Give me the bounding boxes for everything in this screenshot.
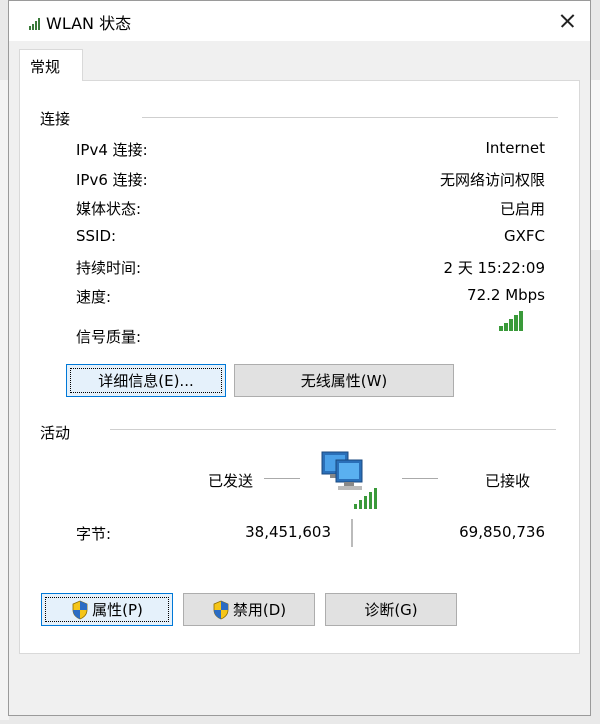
tab-general[interactable]: 常规 [19, 49, 83, 81]
received-line [402, 478, 438, 479]
disable-label: 禁用(D) [232, 601, 287, 619]
received-label: 已接收 [485, 472, 531, 490]
ipv4-value: Internet [485, 139, 545, 157]
uac-shield-icon [72, 600, 88, 619]
ipv4-label: IPv4 连接: [76, 141, 148, 159]
title-bar: WLAN 状态 [9, 1, 590, 41]
sent-line [264, 478, 300, 479]
activity-separator [110, 429, 556, 430]
diagnose-button[interactable]: 诊断(G) [325, 593, 457, 626]
ssid-value: GXFC [503, 227, 545, 245]
media-state-value: 已启用 [499, 200, 545, 218]
wifi-signal-icon [29, 18, 40, 30]
general-panel: 连接 IPv4 连接: Internet IPv6 连接: 无网络访问权限 媒体… [19, 80, 580, 654]
close-icon[interactable] [544, 1, 590, 41]
tab-label: 常规 [30, 58, 61, 76]
bytes-divider [351, 519, 353, 547]
duration-label: 持续时间: [76, 259, 142, 277]
properties-button[interactable]: 属性(P) [41, 593, 173, 626]
background-window-right [591, 80, 600, 250]
connection-heading: 连接 [40, 110, 71, 128]
bytes-received-value: 69,850,736 [459, 523, 545, 541]
bytes-label: 字节: [76, 525, 112, 543]
uac-shield-icon [213, 600, 229, 619]
media-state-label: 媒体状态: [76, 200, 142, 218]
speed-value: 72.2 Mbps [467, 286, 545, 304]
details-button[interactable]: 详细信息(E)... [66, 364, 226, 397]
wireless-properties-button[interactable]: 无线属性(W) [234, 364, 454, 397]
signal-quality-label: 信号质量: [76, 328, 142, 346]
bytes-sent-value: 38,451,603 [245, 523, 331, 541]
ipv6-label: IPv6 连接: [76, 171, 148, 189]
ipv6-value: 无网络访问权限 [439, 171, 545, 189]
sent-label: 已发送 [208, 472, 254, 490]
ssid-label: SSID: [76, 227, 117, 245]
disable-button[interactable]: 禁用(D) [183, 593, 315, 626]
wlan-status-dialog: WLAN 状态 常规 连接 IPv4 连接: Internet IPv6 连接:… [8, 0, 591, 716]
activity-heading: 活动 [40, 424, 71, 442]
window-title: WLAN 状态 [46, 14, 132, 33]
properties-label: 属性(P) [92, 601, 143, 619]
connection-separator [142, 117, 558, 118]
speed-label: 速度: [76, 288, 112, 306]
network-computers-icon [321, 451, 377, 509]
duration-value: 2 天 15:22:09 [443, 259, 545, 277]
signal-quality-icon [499, 311, 523, 331]
